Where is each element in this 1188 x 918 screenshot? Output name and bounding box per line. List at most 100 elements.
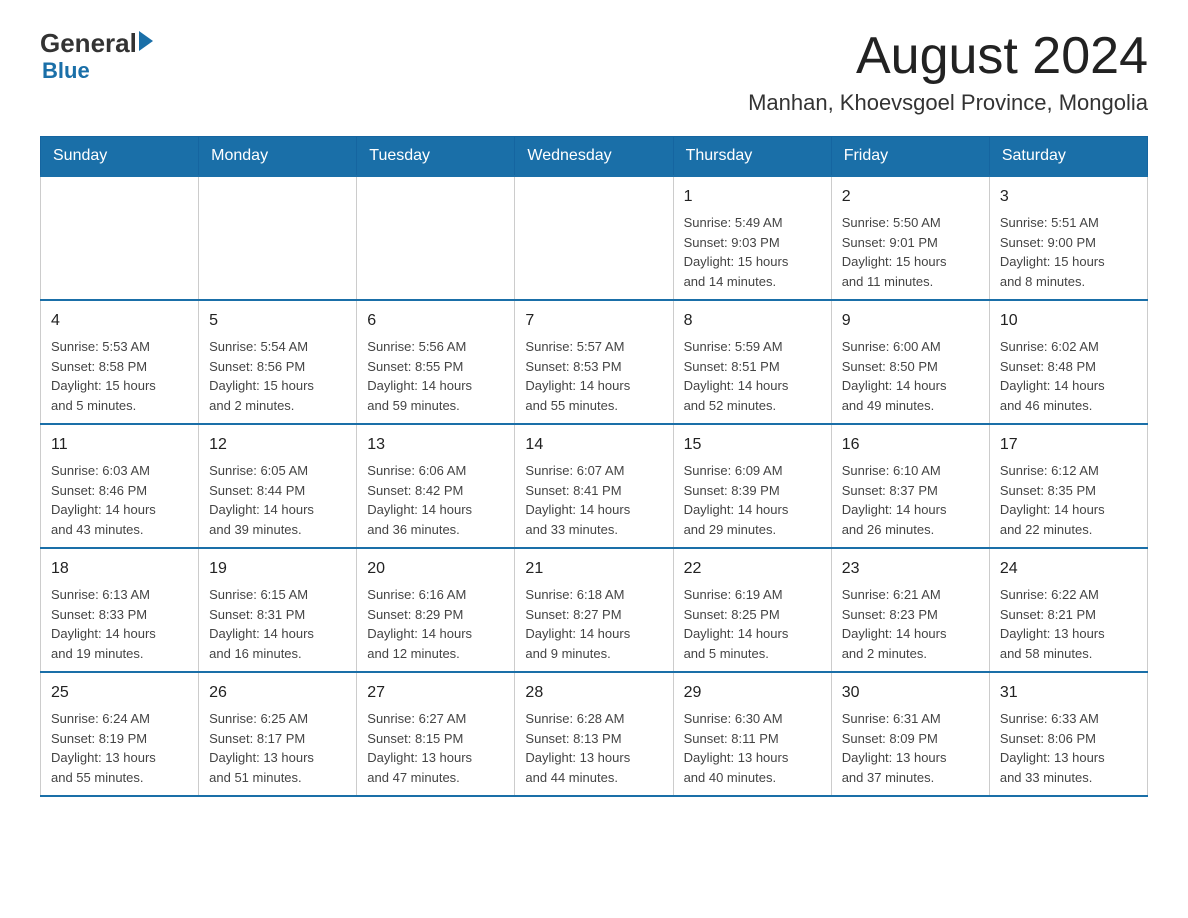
table-row: 18 Sunrise: 6:13 AMSunset: 8:33 PMDayligh… (41, 548, 199, 672)
logo-general: General (40, 30, 137, 56)
table-row: 14 Sunrise: 6:07 AMSunset: 8:41 PMDayligh… (515, 424, 673, 548)
location-title: Manhan, Khoevsgoel Province, Mongolia (748, 90, 1148, 116)
day-number: 31 (1000, 681, 1137, 705)
calendar-table: Sunday Monday Tuesday Wednesday Thursday… (40, 136, 1148, 797)
day-info: Sunrise: 5:53 AMSunset: 8:58 PMDaylight:… (51, 339, 156, 413)
day-info: Sunrise: 6:22 AMSunset: 8:21 PMDaylight:… (1000, 587, 1105, 661)
table-row: 17Sunrise: 6:12 AMSunset: 8:35 PMDayligh… (989, 424, 1147, 548)
day-number: 16 (842, 433, 979, 457)
day-number: 28 (525, 681, 662, 705)
day-number: 26 (209, 681, 346, 705)
table-row: 28 Sunrise: 6:28 AMSunset: 8:13 PMDayligh… (515, 672, 673, 796)
header-monday: Monday (199, 137, 357, 177)
day-info: Sunrise: 5:56 AMSunset: 8:55 PMDaylight:… (367, 339, 472, 413)
day-number: 3 (1000, 185, 1137, 209)
title-area: August 2024 Manhan, Khoevsgoel Province,… (748, 30, 1148, 116)
table-row: 19Sunrise: 6:15 AMSunset: 8:31 PMDayligh… (199, 548, 357, 672)
calendar-week-row: 25 Sunrise: 6:24 AMSunset: 8:19 PMDayligh… (41, 672, 1148, 796)
month-title: August 2024 (748, 30, 1148, 82)
table-row: 3Sunrise: 5:51 AMSunset: 9:00 PMDaylight… (989, 176, 1147, 300)
day-number: 23 (842, 557, 979, 581)
table-row (357, 176, 515, 300)
table-row: 26 Sunrise: 6:25 AMSunset: 8:17 PMDayligh… (199, 672, 357, 796)
day-info: Sunrise: 6:09 AMSunset: 8:39 PMDaylight:… (684, 463, 789, 537)
day-info: Sunrise: 6:25 AMSunset: 8:17 PMDaylight:… (209, 711, 314, 785)
day-info: Sunrise: 6:19 AMSunset: 8:25 PMDaylight:… (684, 587, 789, 661)
table-row: 24 Sunrise: 6:22 AMSunset: 8:21 PMDayligh… (989, 548, 1147, 672)
day-info: Sunrise: 6:10 AMSunset: 8:37 PMDaylight:… (842, 463, 947, 537)
table-row: 11 Sunrise: 6:03 AMSunset: 8:46 PMDayligh… (41, 424, 199, 548)
day-info: Sunrise: 6:18 AMSunset: 8:27 PMDaylight:… (525, 587, 630, 661)
table-row: 25 Sunrise: 6:24 AMSunset: 8:19 PMDayligh… (41, 672, 199, 796)
header-saturday: Saturday (989, 137, 1147, 177)
day-info: Sunrise: 6:05 AMSunset: 8:44 PMDaylight:… (209, 463, 314, 537)
day-number: 24 (1000, 557, 1137, 581)
header-tuesday: Tuesday (357, 137, 515, 177)
page-header: General Blue August 2024 Manhan, Khoevsg… (40, 30, 1148, 116)
day-info: Sunrise: 6:07 AMSunset: 8:41 PMDaylight:… (525, 463, 630, 537)
day-info: Sunrise: 6:27 AMSunset: 8:15 PMDaylight:… (367, 711, 472, 785)
day-number: 30 (842, 681, 979, 705)
day-number: 11 (51, 433, 188, 457)
day-info: Sunrise: 6:30 AMSunset: 8:11 PMDaylight:… (684, 711, 789, 785)
table-row: 22 Sunrise: 6:19 AMSunset: 8:25 PMDayligh… (673, 548, 831, 672)
table-row: 30 Sunrise: 6:31 AMSunset: 8:09 PMDayligh… (831, 672, 989, 796)
table-row: 15 Sunrise: 6:09 AMSunset: 8:39 PMDayligh… (673, 424, 831, 548)
table-row: 23 Sunrise: 6:21 AMSunset: 8:23 PMDayligh… (831, 548, 989, 672)
day-info: Sunrise: 6:13 AMSunset: 8:33 PMDaylight:… (51, 587, 156, 661)
day-number: 29 (684, 681, 821, 705)
day-info: Sunrise: 6:16 AMSunset: 8:29 PMDaylight:… (367, 587, 472, 661)
day-number: 8 (684, 309, 821, 333)
day-number: 25 (51, 681, 188, 705)
table-row: 6 Sunrise: 5:56 AMSunset: 8:55 PMDaylight… (357, 300, 515, 424)
day-number: 18 (51, 557, 188, 581)
day-number: 9 (842, 309, 979, 333)
day-number: 22 (684, 557, 821, 581)
calendar-week-row: 18 Sunrise: 6:13 AMSunset: 8:33 PMDayligh… (41, 548, 1148, 672)
table-row (515, 176, 673, 300)
day-number: 12 (209, 433, 346, 457)
day-info: Sunrise: 6:31 AMSunset: 8:09 PMDaylight:… (842, 711, 947, 785)
calendar-week-row: 4 Sunrise: 5:53 AMSunset: 8:58 PMDaylight… (41, 300, 1148, 424)
day-number: 4 (51, 309, 188, 333)
day-info: Sunrise: 6:00 AMSunset: 8:50 PMDaylight:… (842, 339, 947, 413)
table-row: 5 Sunrise: 5:54 AMSunset: 8:56 PMDaylight… (199, 300, 357, 424)
table-row: 31 Sunrise: 6:33 AMSunset: 8:06 PMDayligh… (989, 672, 1147, 796)
day-info: Sunrise: 5:54 AMSunset: 8:56 PMDaylight:… (209, 339, 314, 413)
day-number: 7 (525, 309, 662, 333)
table-row: 8 Sunrise: 5:59 AMSunset: 8:51 PMDaylight… (673, 300, 831, 424)
day-info: Sunrise: 6:28 AMSunset: 8:13 PMDaylight:… (525, 711, 630, 785)
day-info: Sunrise: 6:03 AMSunset: 8:46 PMDaylight:… (51, 463, 156, 537)
logo-blue: Blue (42, 58, 90, 84)
table-row: 9 Sunrise: 6:00 AMSunset: 8:50 PMDaylight… (831, 300, 989, 424)
table-row: 4 Sunrise: 5:53 AMSunset: 8:58 PMDaylight… (41, 300, 199, 424)
table-row: 1Sunrise: 5:49 AMSunset: 9:03 PMDaylight… (673, 176, 831, 300)
day-info: Sunrise: 5:59 AMSunset: 8:51 PMDaylight:… (684, 339, 789, 413)
day-info: Sunrise: 6:15 AMSunset: 8:31 PMDaylight:… (209, 587, 314, 661)
calendar-week-row: 11 Sunrise: 6:03 AMSunset: 8:46 PMDayligh… (41, 424, 1148, 548)
day-info: Sunrise: 5:50 AMSunset: 9:01 PMDaylight:… (842, 215, 947, 289)
day-info: Sunrise: 6:02 AMSunset: 8:48 PMDaylight:… (1000, 339, 1105, 413)
day-number: 13 (367, 433, 504, 457)
logo: General Blue (40, 30, 153, 84)
day-number: 6 (367, 309, 504, 333)
day-info: Sunrise: 6:33 AMSunset: 8:06 PMDaylight:… (1000, 711, 1105, 785)
day-number: 5 (209, 309, 346, 333)
day-number: 17 (1000, 433, 1137, 457)
day-info: Sunrise: 6:06 AMSunset: 8:42 PMDaylight:… (367, 463, 472, 537)
day-number: 14 (525, 433, 662, 457)
day-number: 2 (842, 185, 979, 209)
day-info: Sunrise: 6:24 AMSunset: 8:19 PMDaylight:… (51, 711, 156, 785)
day-number: 27 (367, 681, 504, 705)
table-row: 2 Sunrise: 5:50 AMSunset: 9:01 PMDaylight… (831, 176, 989, 300)
day-number: 20 (367, 557, 504, 581)
header-thursday: Thursday (673, 137, 831, 177)
day-number: 15 (684, 433, 821, 457)
table-row: 10Sunrise: 6:02 AMSunset: 8:48 PMDayligh… (989, 300, 1147, 424)
day-info: Sunrise: 6:21 AMSunset: 8:23 PMDaylight:… (842, 587, 947, 661)
table-row: 21Sunrise: 6:18 AMSunset: 8:27 PMDayligh… (515, 548, 673, 672)
header-wednesday: Wednesday (515, 137, 673, 177)
day-info: Sunrise: 5:57 AMSunset: 8:53 PMDaylight:… (525, 339, 630, 413)
table-row (199, 176, 357, 300)
table-row: 7 Sunrise: 5:57 AMSunset: 8:53 PMDaylight… (515, 300, 673, 424)
